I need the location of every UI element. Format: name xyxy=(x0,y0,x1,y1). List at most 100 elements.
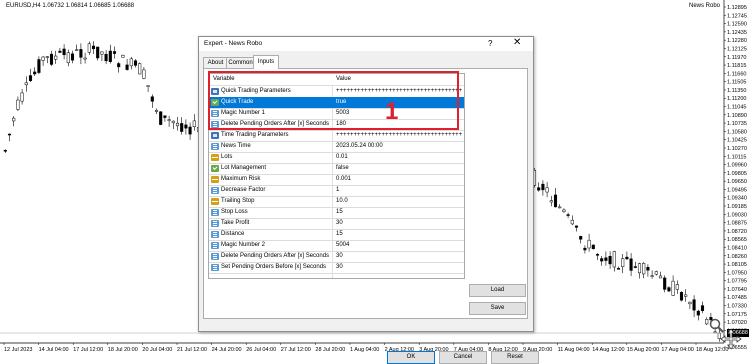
reset-button[interactable]: Reset xyxy=(491,351,539,364)
variable-value[interactable]: 5004 xyxy=(336,242,349,248)
variable-value[interactable]: 15 xyxy=(336,209,343,215)
candle-body xyxy=(692,299,696,311)
candle-body xyxy=(108,50,112,62)
close-icon[interactable]: ✕ xyxy=(513,38,521,48)
variable-value[interactable]: 15 xyxy=(336,231,343,237)
candle-body xyxy=(91,45,96,50)
save-button[interactable]: Save xyxy=(469,302,526,315)
variable-value[interactable]: 1 xyxy=(336,187,339,193)
annotation-number: 1 xyxy=(385,98,399,125)
candle-body xyxy=(679,292,684,301)
help-button[interactable]: ? xyxy=(488,39,492,48)
variable-name: Lot Management xyxy=(221,165,267,171)
time-tick-label: 14 Jul 04:00 xyxy=(39,347,69,353)
variable-value[interactable]: 0.01 xyxy=(336,154,348,160)
variable-value[interactable]: 0.001 xyxy=(336,176,351,182)
variable-name: Time Trading Parameters xyxy=(221,132,289,138)
candle-body xyxy=(587,239,591,249)
variable-name: News Time xyxy=(221,143,251,149)
dialog-titlebar[interactable]: Expert - News Robo ? ✕ xyxy=(199,37,533,51)
variable-value[interactable]: ++++++++++++++++++++++++++++++++++++ xyxy=(336,132,462,138)
move-icon[interactable] xyxy=(720,328,742,350)
expert-advisor-label: News Robo xyxy=(688,3,720,9)
variable-name: Stop Loss xyxy=(221,209,248,215)
time-tick-label: 27 Jul 12:00 xyxy=(281,347,311,353)
candle-body xyxy=(642,262,646,275)
candle-body xyxy=(125,64,129,70)
variable-value[interactable]: 30 xyxy=(336,253,343,259)
candle-body xyxy=(646,266,650,271)
candle-body xyxy=(75,49,79,51)
symbol-label: EURUSD,H4 1.06732 1.06814 1.06685 1.0668… xyxy=(6,3,135,9)
price-tick-label: 1.09805 xyxy=(727,171,747,177)
candle-body xyxy=(545,187,549,193)
candle-body xyxy=(574,225,579,228)
variable-name: Distance xyxy=(221,231,245,237)
cancel-button[interactable]: Cancel xyxy=(439,351,487,364)
candle-body xyxy=(96,46,100,59)
param-type-icon xyxy=(211,176,219,183)
time-tick-label: 28 Jul 20:00 xyxy=(315,347,345,353)
candle-body xyxy=(637,263,642,274)
candle-body xyxy=(45,56,49,58)
variable-value[interactable]: 30 xyxy=(336,220,343,226)
candle-body xyxy=(675,284,679,290)
candle-body xyxy=(33,71,37,75)
price-tick-label: 1.08875 xyxy=(727,221,747,227)
price-tick-label: 1.10580 xyxy=(727,129,747,135)
candle-body xyxy=(171,120,175,124)
variable-value[interactable]: 30 xyxy=(336,264,343,270)
candle-body xyxy=(608,256,612,265)
price-tick-label: 1.07640 xyxy=(727,287,747,293)
candle-body xyxy=(570,219,574,225)
candle-body xyxy=(700,305,705,311)
price-tick-label: 1.10270 xyxy=(727,146,747,152)
price-tick-label: 1.12745 xyxy=(727,13,747,19)
price-tick-label: 1.12125 xyxy=(727,46,747,52)
price-axis: 1.12895 1.12745 1.12590 1.12435 1.12280 1.121… xyxy=(724,5,747,351)
candle-body xyxy=(142,69,146,79)
candle-body xyxy=(37,59,41,73)
price-tick-label: 1.08565 xyxy=(727,237,747,243)
param-type-icon xyxy=(211,143,219,150)
candle-body xyxy=(24,82,28,86)
price-tick-label: 1.07330 xyxy=(727,304,747,310)
price-tick-label: 1.12895 xyxy=(727,5,747,11)
candle-body xyxy=(100,51,104,55)
price-tick-label: 1.10115 xyxy=(727,154,746,160)
candle-body xyxy=(62,48,66,56)
candle-body xyxy=(129,58,133,67)
table-row[interactable]: Set Pending Orders Before [x] Seconds 30 xyxy=(209,262,464,274)
price-tick-label: 1.09340 xyxy=(727,196,747,202)
candle-body xyxy=(591,244,595,249)
param-type-icon xyxy=(211,132,219,139)
candle-body xyxy=(553,194,558,208)
candle-body xyxy=(175,122,180,127)
price-tick-label: 1.10735 xyxy=(727,121,747,127)
ok-button[interactable]: OK xyxy=(387,351,435,364)
price-tick-label: 1.11970 xyxy=(727,55,746,61)
variable-value[interactable]: 10.0 xyxy=(336,198,348,204)
price-tick-label: 1.12280 xyxy=(727,38,747,44)
candle-body xyxy=(625,256,629,260)
tab-inputs[interactable]: Inputs xyxy=(253,55,279,69)
candle-body xyxy=(633,266,637,268)
price-tick-label: 1.11045 xyxy=(727,105,746,111)
variable-name: Set Pending Orders Before [x] Seconds xyxy=(221,264,327,270)
candle-body xyxy=(104,53,108,62)
candle-body xyxy=(3,149,7,152)
candle-body xyxy=(16,99,20,110)
candle-body xyxy=(650,275,654,277)
candle-body xyxy=(663,277,667,290)
load-button[interactable]: Load xyxy=(469,284,526,297)
candle-body xyxy=(163,115,167,118)
price-tick-label: 1.09495 xyxy=(727,187,747,193)
candle-body xyxy=(83,57,87,60)
param-type-icon xyxy=(211,253,219,260)
candle-body xyxy=(66,52,70,64)
variable-value[interactable]: false xyxy=(336,165,349,171)
candle-body xyxy=(671,280,675,296)
price-tick-label: 1.09185 xyxy=(727,204,747,210)
variable-value[interactable]: 2023.05.24 00:00 xyxy=(336,143,383,149)
candle-body xyxy=(583,247,587,251)
